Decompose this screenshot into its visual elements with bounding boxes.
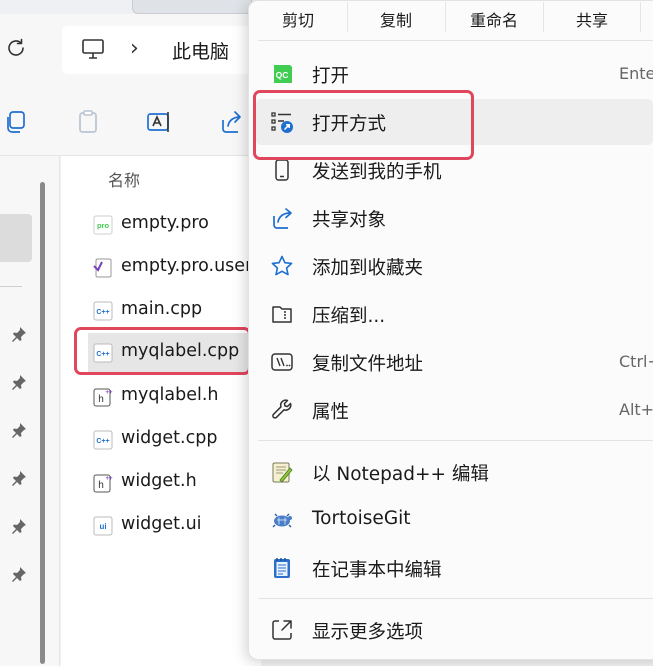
menu-item-label: 添加到收藏夹 [312, 258, 424, 279]
share-button[interactable]: 共享 [557, 8, 627, 34]
svg-text:ui: ui [99, 522, 106, 531]
pin-icon[interactable] [11, 566, 27, 582]
nav-scrollbar[interactable] [40, 182, 45, 664]
file-name: empty.pro [121, 213, 209, 233]
menu-item-label: 打开 [312, 66, 350, 87]
menu-item-add-favorites[interactable]: 添加到收藏夹 [256, 243, 653, 289]
pin-icon[interactable] [11, 326, 27, 342]
menu-divider [258, 40, 653, 41]
menu-item-properties[interactable]: 属性 Alt+ [256, 387, 653, 433]
pin-icon[interactable] [11, 518, 27, 534]
menu-item-edit-in-notepad[interactable]: 在记事本中编辑 [256, 545, 653, 591]
qt-open-icon: QC [274, 65, 292, 83]
pin-icon[interactable] [11, 470, 27, 486]
file-row[interactable]: empty.pro.user [88, 248, 258, 288]
file-name: widget.cpp [121, 428, 218, 448]
notepad-plus-plus-icon [272, 462, 293, 483]
menu-divider [258, 440, 653, 441]
tortoisegit-icon [272, 513, 292, 528]
svg-text:++: ++ [105, 476, 113, 482]
file-annotation-box [74, 327, 251, 375]
menu-item-label: TortoiseGit [312, 508, 411, 529]
notepad-icon [274, 558, 290, 578]
menu-item-label: 以 Notepad++ 编辑 [312, 464, 489, 485]
file-name: empty.pro.user [121, 256, 253, 276]
menu-item-shortcut: Ctrl+ [619, 352, 653, 371]
qt-pro-file-icon: pro [93, 215, 113, 235]
file-name: main.cpp [121, 299, 203, 319]
svg-text:C++: C++ [96, 309, 109, 316]
refresh-icon[interactable] [4, 36, 28, 60]
menu-item-label: 压缩到... [312, 306, 386, 327]
show-more-icon [272, 620, 292, 640]
menu-item-label: 共享对象 [312, 210, 387, 231]
paste-icon[interactable] [74, 108, 102, 136]
svg-text:h: h [98, 394, 104, 405]
svg-text:QC: QC [276, 70, 289, 80]
share-toolbar-icon[interactable] [218, 108, 246, 136]
file-row[interactable]: h ++ myqlabel.h [88, 377, 258, 417]
menu-item-show-more-options[interactable]: 显示更多选项 [256, 607, 653, 653]
ui-file-icon: ui [93, 516, 113, 536]
menu-annotation-box [253, 90, 474, 160]
nav-divider [0, 286, 22, 287]
quick-action-divider [445, 2, 446, 32]
file-row[interactable]: C++ main.cpp [88, 291, 258, 331]
copy-button[interactable]: 复制 [360, 8, 432, 34]
copy-path-icon [271, 353, 293, 371]
breadcrumb-chevron-icon[interactable]: › [130, 36, 139, 61]
menu-item-shortcut: Alt+ [619, 400, 653, 419]
menu-item-shortcut: Ente [619, 64, 653, 83]
menu-item-compress[interactable]: 压缩到... [256, 291, 653, 337]
quick-action-divider [543, 2, 544, 32]
svg-text:C++: C++ [96, 438, 109, 445]
svg-text:pro: pro [97, 221, 110, 230]
file-row[interactable]: C++ widget.cpp [88, 420, 258, 460]
file-name: widget.h [121, 471, 197, 491]
menu-divider [258, 598, 653, 599]
file-row[interactable]: h ++ widget.h [88, 463, 258, 503]
breadcrumb-location[interactable]: 此电脑 [172, 37, 229, 64]
file-name: myqlabel.h [121, 385, 219, 405]
star-icon [271, 255, 293, 276]
menu-item-tortoisegit[interactable]: TortoiseGit [256, 497, 653, 543]
zip-folder-icon [272, 306, 292, 323]
svg-text:++: ++ [105, 390, 113, 396]
copy-icon[interactable] [2, 108, 30, 136]
computer-icon [82, 39, 104, 59]
rename-button[interactable]: 重命名 [455, 8, 533, 34]
phone-icon [275, 159, 289, 181]
cut-button[interactable]: 剪切 [262, 8, 334, 34]
column-header-name[interactable]: 名称 [108, 167, 140, 191]
quick-action-divider [347, 2, 348, 32]
nav-selected-item[interactable] [0, 214, 32, 262]
menu-item-copy-path[interactable]: 复制文件地址 Ctrl+ [256, 339, 653, 385]
menu-item-label: 在记事本中编辑 [312, 560, 442, 581]
cpp-file-icon: C++ [93, 430, 113, 450]
menu-item-label: 发送到我的手机 [312, 162, 442, 183]
qt-user-file-icon [93, 258, 112, 278]
cpp-file-icon: C++ [93, 301, 113, 321]
tab-edge[interactable] [132, 0, 252, 14]
rename-icon[interactable] [145, 108, 173, 136]
quick-action-divider [640, 2, 641, 32]
file-row[interactable]: pro empty.pro [88, 205, 258, 245]
svg-text:h: h [98, 480, 104, 491]
file-name: widget.ui [121, 514, 202, 534]
menu-item-label: 显示更多选项 [312, 622, 424, 643]
menu-item-share-with[interactable]: 共享对象 [256, 195, 653, 241]
menu-item-label: 复制文件地址 [312, 354, 424, 375]
menu-item-label: 属性 [312, 402, 350, 423]
share-icon [273, 208, 292, 229]
file-row[interactable]: ui widget.ui [88, 506, 258, 546]
pin-icon[interactable] [11, 422, 27, 438]
header-file-icon: h ++ [93, 388, 113, 407]
wrench-icon [272, 399, 292, 419]
menu-item-notepad-plus-plus[interactable]: 以 Notepad++ 编辑 [256, 449, 653, 495]
header-file-icon: h ++ [93, 474, 113, 493]
pin-icon[interactable] [11, 374, 27, 390]
